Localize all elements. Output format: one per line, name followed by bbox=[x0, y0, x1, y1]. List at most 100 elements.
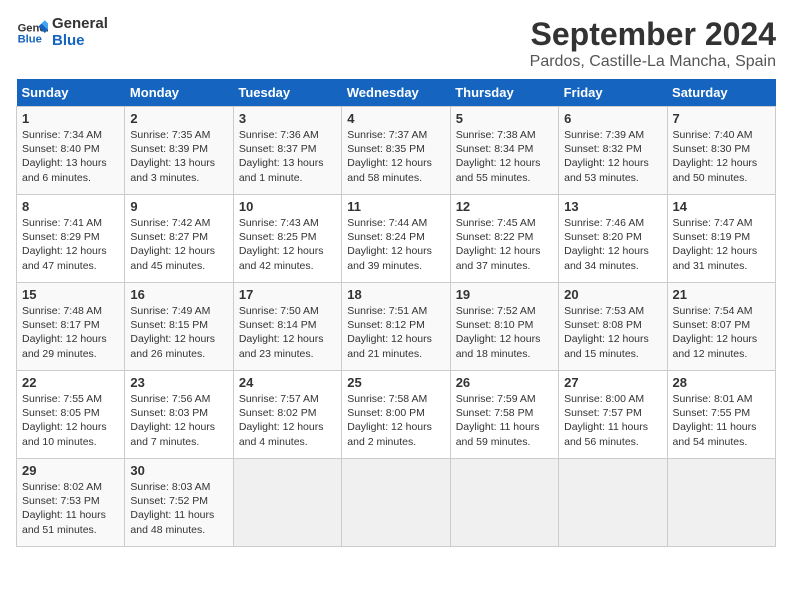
day-number: 6 bbox=[564, 111, 661, 126]
day-info: Sunrise: 7:36 AMSunset: 8:37 PMDaylight:… bbox=[239, 129, 324, 184]
calendar-day-13: 13Sunrise: 7:46 AMSunset: 8:20 PMDayligh… bbox=[559, 195, 667, 283]
day-info: Sunrise: 7:38 AMSunset: 8:34 PMDaylight:… bbox=[456, 129, 541, 184]
day-number: 12 bbox=[456, 199, 553, 214]
calendar-day-22: 22 Sunrise: 7:55 AMSunset: 8:05 PMDayligh… bbox=[17, 371, 125, 459]
day-info: Sunrise: 7:52 AMSunset: 8:10 PMDaylight:… bbox=[456, 305, 541, 360]
calendar-body: 1Sunrise: 7:34 AMSunset: 8:40 PMDaylight… bbox=[17, 107, 776, 547]
day-number: 11 bbox=[347, 199, 444, 214]
calendar-day-28: 28Sunrise: 8:01 AMSunset: 7:55 PMDayligh… bbox=[667, 371, 775, 459]
day-number: 9 bbox=[130, 199, 227, 214]
calendar-day-27: 27 Sunrise: 8:00 AMSunset: 7:57 PMDayligh… bbox=[559, 371, 667, 459]
calendar-header-row: SundayMondayTuesdayWednesdayThursdayFrid… bbox=[17, 79, 776, 107]
calendar-day-16: 16Sunrise: 7:49 AMSunset: 8:15 PMDayligh… bbox=[125, 283, 233, 371]
title-block: September 2024 Pardos, Castille-La Manch… bbox=[530, 16, 776, 71]
calendar-day-empty bbox=[450, 459, 558, 547]
header: General Blue General Blue September 2024… bbox=[16, 16, 776, 71]
day-info: Sunrise: 7:40 AMSunset: 8:30 PMDaylight:… bbox=[673, 129, 758, 184]
day-number: 7 bbox=[673, 111, 770, 126]
day-number: 19 bbox=[456, 287, 553, 302]
calendar-day-3: 3 Sunrise: 7:36 AMSunset: 8:37 PMDaylight… bbox=[233, 107, 341, 195]
day-number: 3 bbox=[239, 111, 336, 126]
day-info: Sunrise: 7:54 AMSunset: 8:07 PMDaylight:… bbox=[673, 305, 758, 360]
day-header-wednesday: Wednesday bbox=[342, 79, 450, 107]
calendar-week-row: 8 Sunrise: 7:41 AMSunset: 8:29 PMDaylight… bbox=[17, 195, 776, 283]
day-header-sunday: Sunday bbox=[17, 79, 125, 107]
day-number: 4 bbox=[347, 111, 444, 126]
calendar-day-empty bbox=[667, 459, 775, 547]
day-number: 10 bbox=[239, 199, 336, 214]
day-info: Sunrise: 7:51 AMSunset: 8:12 PMDaylight:… bbox=[347, 305, 432, 360]
day-number: 24 bbox=[239, 375, 336, 390]
logo-line2: Blue bbox=[52, 33, 108, 50]
day-header-tuesday: Tuesday bbox=[233, 79, 341, 107]
calendar-day-25: 25 Sunrise: 7:58 AMSunset: 8:00 PMDayligh… bbox=[342, 371, 450, 459]
calendar-day-2: 2Sunrise: 7:35 AMSunset: 8:39 PMDaylight… bbox=[125, 107, 233, 195]
calendar-day-1: 1Sunrise: 7:34 AMSunset: 8:40 PMDaylight… bbox=[17, 107, 125, 195]
day-number: 14 bbox=[673, 199, 770, 214]
day-info: Sunrise: 7:55 AMSunset: 8:05 PMDaylight:… bbox=[22, 393, 107, 448]
day-info: Sunrise: 8:02 AMSunset: 7:53 PMDaylight:… bbox=[22, 481, 106, 536]
day-info: Sunrise: 7:50 AMSunset: 8:14 PMDaylight:… bbox=[239, 305, 324, 360]
day-info: Sunrise: 7:34 AMSunset: 8:40 PMDaylight:… bbox=[22, 129, 107, 184]
day-info: Sunrise: 7:46 AMSunset: 8:20 PMDaylight:… bbox=[564, 217, 649, 272]
day-number: 21 bbox=[673, 287, 770, 302]
logo-line1: General bbox=[52, 16, 108, 33]
day-info: Sunrise: 7:47 AMSunset: 8:19 PMDaylight:… bbox=[673, 217, 758, 272]
day-number: 29 bbox=[22, 463, 119, 478]
day-info: Sunrise: 7:56 AMSunset: 8:03 PMDaylight:… bbox=[130, 393, 215, 448]
month-title: September 2024 bbox=[530, 16, 776, 53]
day-header-monday: Monday bbox=[125, 79, 233, 107]
calendar-day-24: 24 Sunrise: 7:57 AMSunset: 8:02 PMDayligh… bbox=[233, 371, 341, 459]
day-info: Sunrise: 8:00 AMSunset: 7:57 PMDaylight:… bbox=[564, 393, 648, 448]
day-number: 22 bbox=[22, 375, 119, 390]
day-number: 8 bbox=[22, 199, 119, 214]
day-header-thursday: Thursday bbox=[450, 79, 558, 107]
day-info: Sunrise: 7:57 AMSunset: 8:02 PMDaylight:… bbox=[239, 393, 324, 448]
day-info: Sunrise: 7:41 AMSunset: 8:29 PMDaylight:… bbox=[22, 217, 107, 272]
day-number: 16 bbox=[130, 287, 227, 302]
calendar-week-row: 29 Sunrise: 8:02 AMSunset: 7:53 PMDayligh… bbox=[17, 459, 776, 547]
calendar-week-row: 1Sunrise: 7:34 AMSunset: 8:40 PMDaylight… bbox=[17, 107, 776, 195]
day-info: Sunrise: 7:39 AMSunset: 8:32 PMDaylight:… bbox=[564, 129, 649, 184]
day-number: 23 bbox=[130, 375, 227, 390]
calendar-day-10: 10 Sunrise: 7:43 AMSunset: 8:25 PMDayligh… bbox=[233, 195, 341, 283]
calendar-day-19: 19 Sunrise: 7:52 AMSunset: 8:10 PMDayligh… bbox=[450, 283, 558, 371]
calendar-day-7: 7 Sunrise: 7:40 AMSunset: 8:30 PMDaylight… bbox=[667, 107, 775, 195]
day-number: 27 bbox=[564, 375, 661, 390]
day-info: Sunrise: 7:45 AMSunset: 8:22 PMDaylight:… bbox=[456, 217, 541, 272]
calendar-day-empty bbox=[342, 459, 450, 547]
day-info: Sunrise: 7:58 AMSunset: 8:00 PMDaylight:… bbox=[347, 393, 432, 448]
logo: General Blue General Blue bbox=[16, 16, 108, 49]
day-number: 30 bbox=[130, 463, 227, 478]
calendar-day-29: 29 Sunrise: 8:02 AMSunset: 7:53 PMDayligh… bbox=[17, 459, 125, 547]
svg-text:Blue: Blue bbox=[18, 33, 42, 45]
calendar-week-row: 15Sunrise: 7:48 AMSunset: 8:17 PMDayligh… bbox=[17, 283, 776, 371]
calendar-day-12: 12 Sunrise: 7:45 AMSunset: 8:22 PMDayligh… bbox=[450, 195, 558, 283]
day-number: 25 bbox=[347, 375, 444, 390]
day-number: 18 bbox=[347, 287, 444, 302]
day-number: 26 bbox=[456, 375, 553, 390]
calendar-day-empty bbox=[233, 459, 341, 547]
day-number: 2 bbox=[130, 111, 227, 126]
day-number: 20 bbox=[564, 287, 661, 302]
calendar-day-26: 26 Sunrise: 7:59 AMSunset: 7:58 PMDayligh… bbox=[450, 371, 558, 459]
calendar-day-30: 30Sunrise: 8:03 AMSunset: 7:52 PMDayligh… bbox=[125, 459, 233, 547]
day-info: Sunrise: 7:43 AMSunset: 8:25 PMDaylight:… bbox=[239, 217, 324, 272]
day-number: 17 bbox=[239, 287, 336, 302]
day-info: Sunrise: 7:59 AMSunset: 7:58 PMDaylight:… bbox=[456, 393, 540, 448]
calendar-week-row: 22 Sunrise: 7:55 AMSunset: 8:05 PMDayligh… bbox=[17, 371, 776, 459]
calendar-day-15: 15Sunrise: 7:48 AMSunset: 8:17 PMDayligh… bbox=[17, 283, 125, 371]
calendar-day-8: 8 Sunrise: 7:41 AMSunset: 8:29 PMDaylight… bbox=[17, 195, 125, 283]
day-header-friday: Friday bbox=[559, 79, 667, 107]
logo-icon: General Blue bbox=[16, 17, 48, 49]
calendar-day-9: 9Sunrise: 7:42 AMSunset: 8:27 PMDaylight… bbox=[125, 195, 233, 283]
calendar-day-empty bbox=[559, 459, 667, 547]
calendar-day-20: 20 Sunrise: 7:53 AMSunset: 8:08 PMDayligh… bbox=[559, 283, 667, 371]
day-info: Sunrise: 7:44 AMSunset: 8:24 PMDaylight:… bbox=[347, 217, 432, 272]
calendar-day-17: 17 Sunrise: 7:50 AMSunset: 8:14 PMDayligh… bbox=[233, 283, 341, 371]
day-info: Sunrise: 8:01 AMSunset: 7:55 PMDaylight:… bbox=[673, 393, 757, 448]
calendar-day-21: 21 Sunrise: 7:54 AMSunset: 8:07 PMDayligh… bbox=[667, 283, 775, 371]
day-number: 15 bbox=[22, 287, 119, 302]
day-info: Sunrise: 7:53 AMSunset: 8:08 PMDaylight:… bbox=[564, 305, 649, 360]
day-info: Sunrise: 7:37 AMSunset: 8:35 PMDaylight:… bbox=[347, 129, 432, 184]
